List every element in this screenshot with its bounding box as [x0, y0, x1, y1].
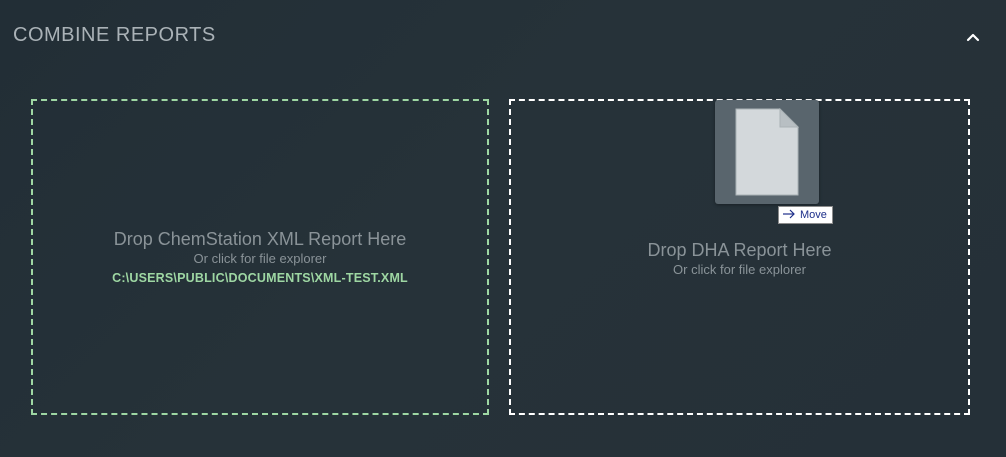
panel-title: COMBINE REPORTS — [13, 24, 216, 46]
chemstation-xml-dropzone[interactable]: Drop ChemStation XML Report Here Or clic… — [31, 99, 489, 415]
dropzone-title: Drop DHA Report Here — [647, 240, 832, 260]
collapse-button[interactable] — [962, 26, 984, 48]
arrow-right-icon — [782, 209, 796, 222]
selected-file-path: C:\USERS\PUBLIC\DOCUMENTS\XML-TEST.XML — [112, 271, 408, 285]
panel-header: COMBINE REPORTS — [0, 0, 1006, 70]
dropzone-subtitle: Or click for file explorer — [673, 262, 806, 277]
dropzone-title: Drop ChemStation XML Report Here — [113, 229, 407, 249]
chevron-up-icon — [962, 26, 984, 48]
tooltip-label: Move — [800, 209, 827, 221]
dragged-file-ghost — [715, 100, 819, 204]
dropzone-subtitle: Or click for file explorer — [193, 251, 327, 266]
combine-reports-panel: COMBINE REPORTS Drop ChemStation XML Rep… — [0, 0, 1006, 457]
drag-move-tooltip: Move — [778, 206, 833, 224]
